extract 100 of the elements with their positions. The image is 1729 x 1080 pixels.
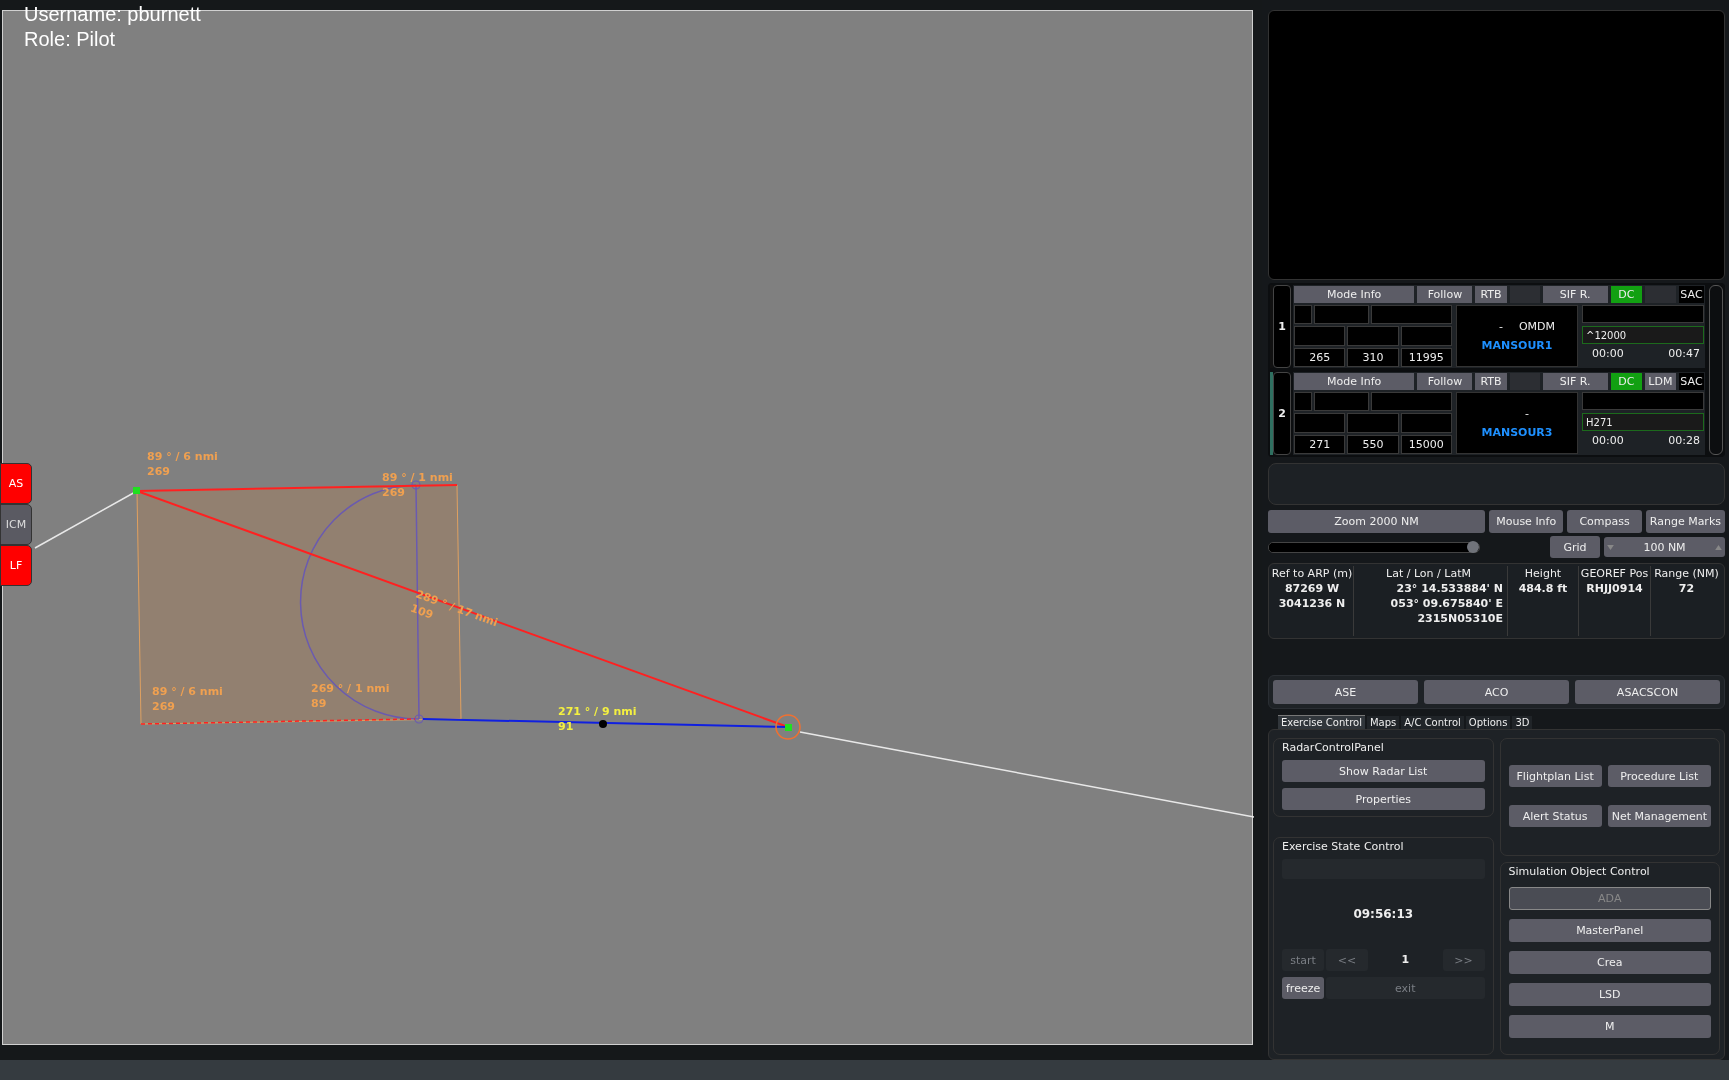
status-tag[interactable]: SAC <box>1678 286 1704 303</box>
target-ring <box>775 714 801 740</box>
time-text: 00:00 <box>1592 434 1624 447</box>
header-button[interactable]: Mode Info <box>1294 286 1415 303</box>
panel-button[interactable]: M <box>1508 1015 1711 1038</box>
route-text: - <box>1498 320 1503 333</box>
spin-value: 100 NM <box>1643 540 1686 554</box>
bearing-label: 271 ° / 9 nmi <box>558 705 637 718</box>
info-value: 2315N05310E <box>1417 611 1503 626</box>
value-cell: 15000 <box>1400 434 1452 454</box>
tab[interactable]: 3D <box>1512 716 1533 729</box>
row-number: 2 <box>1273 372 1291 455</box>
side-button[interactable]: LF <box>0 545 32 586</box>
reverse-label: 91 <box>558 720 574 733</box>
info-value: 053° 09.675840' E <box>1390 596 1503 611</box>
column-heading: GEOREF Pos <box>1580 566 1649 581</box>
input-field[interactable]: ^12000 <box>1582 326 1704 344</box>
mode-button[interactable]: ACO <box>1424 680 1569 704</box>
value-cell: 265 <box>1294 347 1346 367</box>
control-button[interactable]: freeze <box>1282 977 1324 999</box>
value-cell: 310 <box>1347 347 1399 367</box>
header-button[interactable]: Follow <box>1417 373 1473 390</box>
time-text: 00:00 <box>1592 347 1624 360</box>
route-text: - <box>1525 407 1529 420</box>
reverse-label: 269 <box>152 700 175 713</box>
info-value: 87269 W <box>1284 581 1340 596</box>
point-marker <box>414 714 424 724</box>
panel-button[interactable]: LSD <box>1508 983 1711 1006</box>
status-indicator[interactable]: DC <box>1610 373 1642 390</box>
slider-track[interactable] <box>1268 541 1480 553</box>
bearing-label: 269 ° / 1 nmi <box>311 682 390 695</box>
waypoint-dot <box>599 720 607 728</box>
panel-button[interactable]: Properties <box>1282 788 1485 810</box>
value-cell: 271 <box>1294 434 1346 454</box>
zoom-button[interactable]: Zoom 2000 NM <box>1268 510 1485 533</box>
toggle-button[interactable]: Grid <box>1550 536 1600 558</box>
point-marker <box>785 724 792 731</box>
side-button[interactable]: AS <box>0 463 32 504</box>
info-value: RHJJ0914 <box>1586 581 1643 596</box>
toggle-button[interactable]: Range Marks <box>1645 510 1725 533</box>
mode-button[interactable]: ASE <box>1273 680 1418 704</box>
side-button[interactable]: ICM <box>0 504 32 545</box>
group-title: RadarControlPanel <box>1282 741 1385 754</box>
row-number: 1 <box>1273 285 1291 368</box>
time-text: 00:28 <box>1668 434 1700 447</box>
info-value: 23° 14.533884' N <box>1396 581 1503 596</box>
toggle-button[interactable]: Mouse Info <box>1489 510 1564 533</box>
reverse-label: 269 <box>147 465 170 478</box>
route-text: OMDM <box>1518 320 1556 333</box>
info-value: 484.8 ft <box>1518 581 1568 596</box>
callsign-text: MANSOUR3 <box>1481 426 1553 439</box>
header-button[interactable]: SIF R. <box>1542 286 1608 303</box>
column-heading: Lat / Lon / LatM <box>1386 566 1471 581</box>
scrollbar[interactable] <box>1709 285 1723 455</box>
tab[interactable]: Exercise Control <box>1278 715 1365 729</box>
header-button[interactable]: RTB <box>1475 373 1507 390</box>
info-value: 3041236 N <box>1278 596 1346 611</box>
header-button[interactable]: LDM <box>1644 373 1676 390</box>
panel-button[interactable]: Net Management <box>1607 805 1711 827</box>
status-tag[interactable]: SAC <box>1678 373 1704 390</box>
panel-button[interactable]: MasterPanel <box>1508 919 1711 942</box>
value-cell: 550 <box>1347 434 1399 454</box>
bearing-label: 89 ° / 6 nmi <box>147 450 218 463</box>
down-arrow-icon <box>1607 544 1614 550</box>
bearing-label: 89 ° / 1 nmi <box>382 471 453 484</box>
panel-button[interactable]: Crea <box>1508 951 1711 974</box>
header-button[interactable]: Follow <box>1417 286 1473 303</box>
step-value: 1 <box>1400 952 1411 968</box>
tab[interactable]: Options <box>1465 716 1511 729</box>
group-title: Simulation Object Control <box>1508 865 1651 878</box>
toggle-button[interactable]: Compass <box>1567 510 1642 533</box>
up-arrow-icon <box>1715 544 1722 550</box>
panel-button[interactable]: Show Radar List <box>1282 760 1485 782</box>
group-title: Exercise State Control <box>1282 840 1405 853</box>
point-marker <box>133 487 140 494</box>
callsign-text: MANSOUR1 <box>1481 339 1553 352</box>
column-heading: Ref to ARP (m) <box>1271 566 1353 581</box>
spin-box[interactable]: 100 NM <box>1604 537 1725 557</box>
header-button[interactable]: Mode Info <box>1294 373 1415 390</box>
info-value: 72 <box>1678 581 1695 596</box>
input-field[interactable]: H271 <box>1582 413 1704 431</box>
value-cell: 11995 <box>1400 347 1452 367</box>
panel-button[interactable]: Procedure List <box>1607 765 1711 787</box>
tab[interactable]: Maps <box>1366 716 1400 729</box>
header-button[interactable]: RTB <box>1475 286 1507 303</box>
tab[interactable]: A/C Control <box>1401 716 1464 729</box>
panel-button[interactable]: Flightplan List <box>1508 765 1602 787</box>
mode-button[interactable]: ASACSCON <box>1575 680 1720 704</box>
column-heading: Range (NM) <box>1654 566 1719 581</box>
point-marker <box>411 480 421 490</box>
reverse-label: 269 <box>382 486 405 499</box>
reverse-label: 89 <box>311 697 327 710</box>
column-heading: Height <box>1524 566 1562 581</box>
header-button[interactable]: SIF R. <box>1542 373 1608 390</box>
empty-cell <box>1294 305 1312 325</box>
empty-cell <box>1294 392 1312 412</box>
time-text: 09:56:13 <box>1352 907 1415 921</box>
status-indicator[interactable]: DC <box>1610 286 1642 303</box>
panel-button[interactable]: Alert Status <box>1508 805 1602 827</box>
bearing-label: 89 ° / 6 nmi <box>152 685 223 698</box>
